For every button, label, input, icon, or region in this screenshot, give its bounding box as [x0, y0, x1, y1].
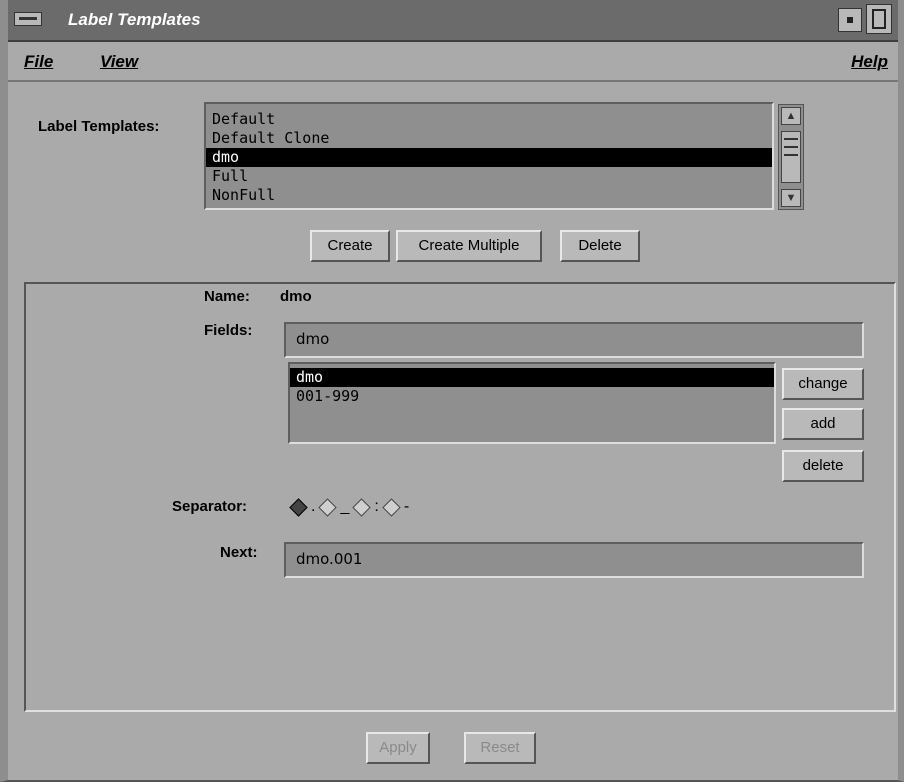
list-item[interactable]: Full — [206, 167, 772, 186]
radio-diamond-icon[interactable] — [352, 497, 372, 517]
separator-option-dot[interactable]: . — [288, 497, 315, 517]
next-input[interactable]: dmo.001 — [284, 542, 864, 578]
menu-file[interactable]: File — [24, 52, 53, 72]
title-bar[interactable]: Label Templates — [8, 0, 898, 42]
delete-template-button[interactable]: Delete — [560, 230, 640, 262]
separator-option-dash[interactable]: - — [381, 497, 409, 517]
separator-option-colon[interactable]: : — [351, 497, 379, 517]
radio-diamond-icon[interactable] — [382, 497, 401, 517]
name-value: dmo — [280, 288, 312, 305]
fields-input[interactable]: dmo — [284, 322, 864, 358]
fields-label: Fields: — [204, 322, 253, 339]
menu-help[interactable]: Help — [851, 52, 888, 72]
create-multiple-button[interactable]: Create Multiple — [396, 230, 542, 262]
list-item-selected[interactable]: dmo — [206, 148, 772, 167]
scroll-thumb[interactable] — [781, 131, 801, 183]
separator-option-underscore[interactable]: _ — [317, 497, 349, 517]
templates-list[interactable]: Default Default Clone dmo Full NonFull — [204, 102, 774, 210]
radio-diamond-icon[interactable] — [289, 497, 308, 517]
minimize-icon[interactable] — [838, 8, 862, 32]
menu-view[interactable]: View — [100, 52, 138, 72]
separator-radio-group: . _ : - — [288, 497, 411, 517]
scroll-down-icon[interactable]: ▼ — [781, 189, 801, 207]
create-button[interactable]: Create — [310, 230, 390, 262]
maximize-icon[interactable] — [866, 4, 892, 34]
window-menu-icon[interactable] — [14, 12, 42, 26]
radio-diamond-icon[interactable] — [318, 497, 338, 517]
label-templates-label: Label Templates: — [38, 118, 160, 135]
label-templates-window: Label Templates File View Help Label Tem… — [0, 0, 904, 782]
change-button[interactable]: change — [782, 368, 864, 400]
window-title: Label Templates — [68, 10, 201, 29]
delete-field-button[interactable]: delete — [782, 450, 864, 482]
list-item-selected[interactable]: dmo — [290, 368, 774, 387]
scroll-up-icon[interactable]: ▲ — [781, 107, 801, 125]
apply-button[interactable]: Apply — [366, 732, 430, 764]
list-item[interactable]: NonFull — [206, 186, 772, 205]
list-item[interactable]: 001-999 — [290, 387, 774, 406]
menu-bar: File View Help — [8, 42, 898, 82]
templates-scrollbar[interactable]: ▲ ▼ — [778, 104, 804, 210]
list-item[interactable]: Default Clone — [206, 129, 772, 148]
name-label: Name: — [204, 288, 250, 305]
reset-button[interactable]: Reset — [464, 732, 536, 764]
separator-label: Separator: — [172, 498, 248, 515]
add-button[interactable]: add — [782, 408, 864, 440]
next-label: Next: — [220, 544, 258, 561]
fields-list[interactable]: dmo 001-999 — [288, 362, 776, 444]
list-item[interactable]: Default — [206, 110, 772, 129]
